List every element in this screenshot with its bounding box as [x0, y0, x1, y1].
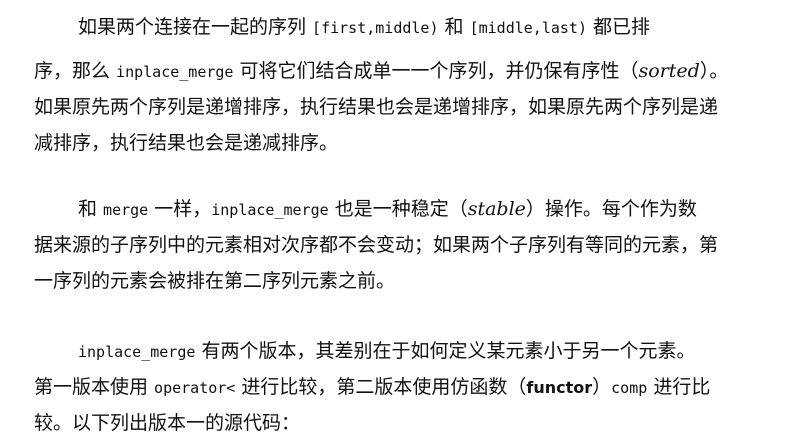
paragraph-1-line-2: 序，那么 inplace_merge 可将它们结合成单一一个序列，并仍保有序性（…: [34, 54, 806, 88]
text-segment: 如果原先两个序列是递增排序，执行结果也会是递增排序，如果原先两个序列是递: [34, 96, 719, 118]
code-span: merge: [103, 201, 149, 219]
paragraph-2-line-3: 一序列的元素会被排在第二序列元素之前。: [34, 264, 806, 298]
text-segment: ）: [592, 376, 612, 398]
code-span: inplace_merge: [116, 63, 234, 81]
text-segment: 减排序，执行结果也会是递减排序。: [34, 132, 339, 154]
code-span: operator<: [154, 379, 236, 397]
code-span: [middle,last): [469, 19, 587, 37]
code-span: comp: [611, 379, 648, 397]
text-segment: 进行比: [647, 376, 711, 398]
text-segment: 进行比较，第二版本使用仿函数（: [235, 376, 527, 398]
code-span: inplace_merge: [78, 343, 196, 361]
text-segment: 和: [438, 16, 470, 38]
text-segment: 都已排: [586, 16, 651, 38]
paragraph-1-line-1: 如果两个连接在一起的序列 [first,middle) 和 [middle,la…: [78, 10, 806, 44]
text-segment: 序，那么: [34, 60, 117, 82]
text-segment: ）操作。每个作为数: [525, 198, 697, 220]
bold-term: functor: [526, 378, 593, 397]
paragraph-3-line-1: inplace_merge 有两个版本，其差别在于如何定义某元素小于另一个元素。: [78, 334, 806, 368]
paragraph-1-line-4: 减排序，执行结果也会是递减排序。: [34, 126, 806, 160]
text-segment: 也是一种稳定（: [328, 198, 468, 220]
text-segment: 较。以下列出版本一的源代码：: [34, 412, 301, 434]
text-segment: 一样，: [148, 198, 212, 220]
text-segment: 据来源的子序列中的元素相对次序都不会变动；如果两个子序列有等同的元素，第: [34, 234, 719, 256]
text-segment: 和: [78, 198, 104, 220]
text-segment: 如果两个连接在一起的序列: [78, 16, 313, 38]
paragraph-3-line-3: 较。以下列出版本一的源代码：: [34, 406, 806, 440]
paragraph-2-line-1: 和 merge 一样，inplace_merge 也是一种稳定（stable）操…: [78, 192, 806, 226]
italic-term: stable: [467, 198, 526, 220]
paragraph-1-line-3: 如果原先两个序列是递增排序，执行结果也会是递增排序，如果原先两个序列是递: [34, 90, 806, 124]
code-span: inplace_merge: [211, 201, 329, 219]
italic-term: sorted: [638, 60, 700, 82]
code-span: [first,middle): [312, 19, 439, 37]
paragraph-2-line-2: 据来源的子序列中的元素相对次序都不会变动；如果两个子序列有等同的元素，第: [34, 228, 806, 262]
document-page: 如果两个连接在一起的序列 [first,middle) 和 [middle,la…: [0, 0, 806, 446]
paragraph-3-line-2: 第一版本使用 operator< 进行比较，第二版本使用仿函数（functor）…: [34, 370, 806, 404]
text-segment: 可将它们结合成单一一个序列，并仍保有序性（: [233, 60, 639, 82]
text-segment: 一序列的元素会被排在第二序列元素之前。: [34, 270, 396, 292]
text-segment: ）。: [699, 60, 729, 82]
text-segment: 有两个版本，其差别在于如何定义某元素小于另一个元素。: [195, 340, 696, 362]
text-segment: 第一版本使用: [34, 376, 155, 398]
